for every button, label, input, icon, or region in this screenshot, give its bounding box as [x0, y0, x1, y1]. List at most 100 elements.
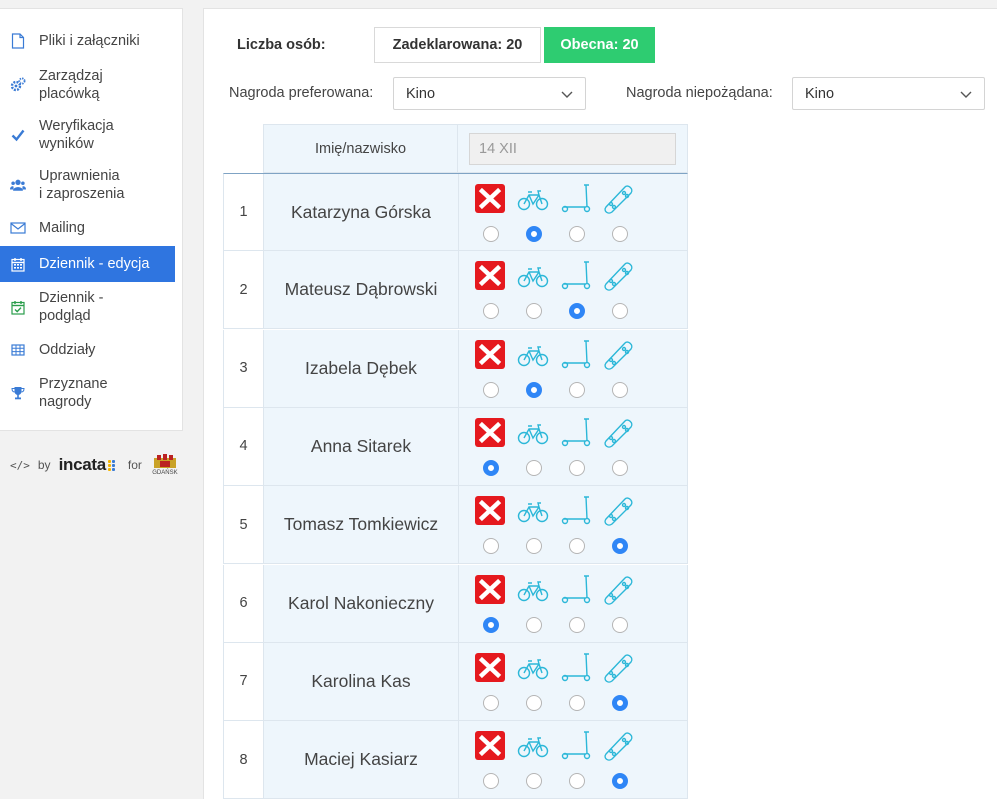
sidebar-item-label: Uprawnienia i zaproszenia: [39, 168, 125, 202]
scooter-icon[interactable]: [560, 418, 592, 448]
date-input[interactable]: 14 XII: [469, 133, 676, 165]
skateboard-icon[interactable]: [603, 575, 635, 605]
incata-logo[interactable]: incata: [59, 455, 107, 475]
scooter-icon[interactable]: [560, 653, 592, 683]
sidebar-item-7[interactable]: Dziennik - podgląd: [0, 289, 175, 325]
skateboard-icon[interactable]: [603, 184, 635, 214]
option-radio[interactable]: [483, 459, 499, 476]
option-cell: [599, 643, 639, 720]
sidebar-item-6[interactable]: Dziennik - edycja: [0, 246, 175, 282]
declared-count-badge[interactable]: Zadeklarowana: 20: [374, 27, 541, 63]
option-radio[interactable]: [612, 303, 628, 320]
skateboard-icon[interactable]: [603, 653, 635, 683]
option-cell: [599, 174, 639, 250]
bicycle-icon[interactable]: [517, 653, 549, 683]
absent-icon[interactable]: [474, 417, 506, 448]
option-radio[interactable]: [483, 381, 499, 398]
skateboard-icon[interactable]: [603, 731, 635, 761]
table-row: 7 Karolina Kas: [223, 642, 688, 721]
absent-icon[interactable]: [474, 574, 506, 605]
option-radio[interactable]: [483, 616, 499, 633]
absent-icon[interactable]: [474, 652, 506, 683]
option-radio[interactable]: [483, 226, 499, 242]
bicycle-icon[interactable]: [517, 184, 549, 214]
option-radio[interactable]: [526, 694, 542, 711]
code-icon: </>: [10, 458, 30, 472]
skateboard-icon[interactable]: [603, 496, 635, 526]
preferred-reward-select[interactable]: Kino: [393, 77, 586, 110]
option-radio[interactable]: [612, 459, 628, 476]
absent-icon[interactable]: [474, 496, 506, 526]
option-radio[interactable]: [526, 773, 542, 790]
scooter-icon[interactable]: [560, 731, 592, 761]
file-icon: [10, 33, 26, 49]
option-radio[interactable]: [569, 616, 585, 633]
table-row: 4 Anna Sitarek: [223, 407, 688, 486]
scooter-icon[interactable]: [560, 339, 592, 370]
option-radio[interactable]: [612, 694, 628, 711]
person-name: Maciej Kasiarz: [264, 721, 459, 799]
option-radio[interactable]: [569, 773, 585, 790]
option-cell: [513, 174, 553, 250]
option-radio[interactable]: [612, 381, 628, 398]
person-name: Karolina Kas: [264, 642, 459, 720]
bicycle-icon[interactable]: [517, 731, 549, 761]
bicycle-icon[interactable]: [517, 340, 549, 370]
chevron-down-icon: [960, 91, 972, 98]
absent-icon[interactable]: [474, 731, 506, 761]
option-radio[interactable]: [569, 459, 585, 476]
option-cell: [599, 565, 639, 642]
option-radio[interactable]: [612, 226, 628, 242]
option-radio[interactable]: [483, 773, 499, 790]
option-cell: [556, 408, 596, 485]
trophy-icon: [10, 385, 26, 401]
absent-icon[interactable]: [474, 261, 506, 291]
option-radio[interactable]: [526, 459, 542, 476]
scooter-icon[interactable]: [560, 574, 592, 605]
unwanted-reward-value: Kino: [805, 85, 835, 102]
option-cell: [470, 486, 510, 563]
absent-icon[interactable]: [474, 184, 506, 214]
option-radio[interactable]: [483, 538, 499, 555]
bicycle-icon[interactable]: [517, 418, 549, 448]
scooter-icon[interactable]: [560, 496, 592, 526]
option-radio[interactable]: [569, 381, 585, 398]
option-radio[interactable]: [569, 303, 585, 320]
main-panel: Liczba osób: Zadeklarowana: 20 Obecna: 2…: [203, 8, 997, 799]
bicycle-icon[interactable]: [517, 575, 549, 605]
bicycle-icon[interactable]: [517, 496, 549, 526]
option-radio[interactable]: [483, 694, 499, 711]
scooter-icon[interactable]: [560, 261, 592, 291]
gdansk-logo[interactable]: GDAŃSK: [152, 454, 178, 476]
option-radio[interactable]: [569, 226, 585, 242]
sidebar-item-4[interactable]: Uprawnienia i zaproszenia: [0, 167, 175, 203]
absent-icon[interactable]: [474, 339, 506, 370]
option-radio[interactable]: [612, 773, 628, 790]
bicycle-icon[interactable]: [517, 261, 549, 291]
sidebar-item-9[interactable]: Przyznane nagrody: [0, 375, 175, 411]
option-radio[interactable]: [526, 538, 542, 555]
scooter-icon[interactable]: [560, 184, 592, 214]
skateboard-icon[interactable]: [603, 418, 635, 448]
option-radio[interactable]: [526, 226, 542, 242]
option-radio[interactable]: [612, 616, 628, 633]
option-radio[interactable]: [612, 538, 628, 555]
option-radio[interactable]: [526, 303, 542, 320]
sidebar-item-2[interactable]: Zarządzaj placówką: [0, 67, 175, 103]
skateboard-icon[interactable]: [603, 340, 635, 370]
option-radio[interactable]: [569, 538, 585, 555]
sidebar-item-3[interactable]: Weryfikacja wyników: [0, 117, 175, 153]
sidebar-item-label: Weryfikacja wyników: [39, 118, 114, 152]
skateboard-icon[interactable]: [603, 261, 635, 292]
option-radio[interactable]: [483, 303, 499, 320]
unwanted-reward-select[interactable]: Kino: [792, 77, 985, 110]
option-radio[interactable]: [526, 616, 542, 633]
check-icon: [10, 127, 26, 143]
sidebar-item-1[interactable]: Pliki i załączniki: [0, 29, 175, 53]
present-count-badge[interactable]: Obecna: 20: [544, 27, 655, 63]
option-radio[interactable]: [526, 381, 542, 398]
sidebar-item-8[interactable]: Oddziały: [0, 339, 175, 361]
option-radio[interactable]: [569, 694, 585, 711]
calendar-check-icon: [10, 299, 26, 315]
sidebar-item-5[interactable]: Mailing: [0, 217, 175, 239]
